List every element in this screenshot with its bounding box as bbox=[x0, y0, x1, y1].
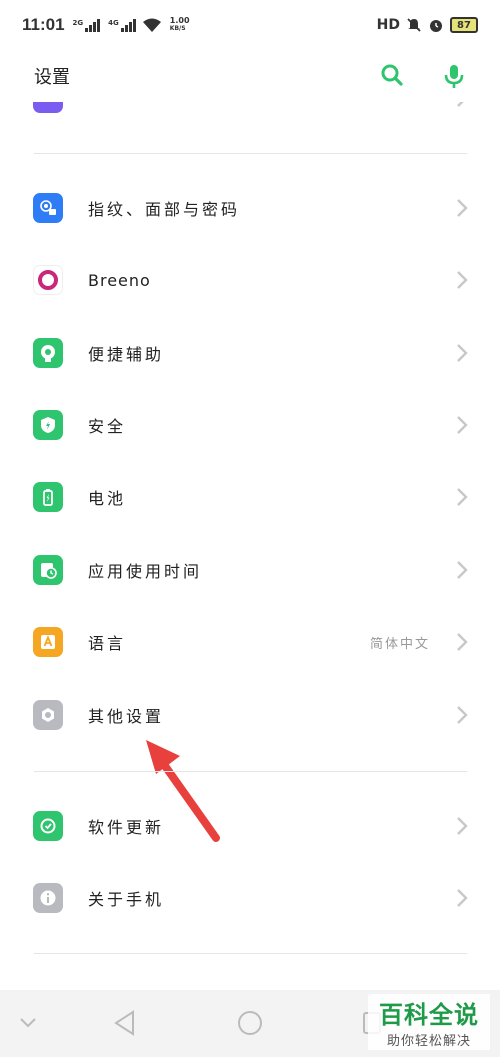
divider bbox=[34, 153, 467, 154]
gear-icon bbox=[33, 700, 63, 730]
speed-value: 1.00 bbox=[169, 16, 190, 25]
settings-row-app-usage-time[interactable]: 应用使用时间 bbox=[0, 534, 500, 606]
row-label: Breeno bbox=[88, 270, 151, 290]
assist-icon bbox=[33, 338, 63, 368]
signal-icon-2: 4G bbox=[108, 18, 136, 32]
divider bbox=[34, 771, 467, 772]
watermark-subtitle: 助你轻松解决 bbox=[386, 1034, 471, 1049]
wifi-icon bbox=[142, 18, 161, 32]
battery-level: 87 bbox=[457, 19, 471, 31]
row-label: 软件更新 bbox=[88, 818, 165, 837]
status-time: 11:01 bbox=[22, 15, 65, 34]
row-label: 便捷辅助 bbox=[88, 345, 165, 364]
signal-icon-1: 2G bbox=[72, 18, 101, 32]
chevron-right-icon bbox=[457, 488, 468, 506]
speed-unit: KB/S bbox=[169, 25, 186, 32]
mute-bell-icon bbox=[407, 18, 421, 32]
row-label: 应用使用时间 bbox=[88, 562, 203, 581]
signal-label-1: 2G bbox=[72, 18, 84, 27]
watermark-title: 百科全说 bbox=[379, 1001, 479, 1029]
row-label: 安全 bbox=[88, 417, 127, 436]
update-icon bbox=[33, 811, 63, 841]
shield-icon bbox=[33, 410, 63, 440]
chevron-right-icon bbox=[457, 344, 468, 362]
chevron-right-icon bbox=[457, 271, 468, 289]
page-title: 设置 bbox=[34, 67, 70, 88]
app-time-icon bbox=[33, 555, 63, 585]
signal-label-2: 4G bbox=[108, 18, 119, 27]
chevron-right-icon bbox=[457, 561, 468, 579]
back-icon[interactable] bbox=[113, 1010, 137, 1036]
row-label: 关于手机 bbox=[88, 890, 165, 909]
row-label: 电池 bbox=[88, 489, 127, 508]
settings-row-battery[interactable]: 电池 bbox=[0, 461, 500, 533]
breeno-icon bbox=[33, 265, 63, 295]
chevron-right-icon bbox=[457, 706, 468, 724]
face-lock-icon bbox=[33, 193, 63, 223]
divider bbox=[34, 953, 467, 954]
app-header: 设置 bbox=[0, 50, 500, 102]
chevron-right-icon bbox=[457, 889, 468, 907]
settings-row-fingerprint-face-password[interactable]: 指纹、面部与密码 bbox=[0, 172, 500, 244]
search-icon[interactable] bbox=[380, 63, 404, 87]
battery-icon bbox=[33, 482, 63, 512]
settings-row-breeno[interactable]: Breeno bbox=[0, 244, 500, 316]
settings-row-language[interactable]: 语言 简体中文 bbox=[0, 606, 500, 678]
settings-row-software-update[interactable]: 软件更新 bbox=[0, 790, 500, 862]
row-value-language: 简体中文 bbox=[369, 636, 430, 652]
hd-indicator: HD bbox=[376, 17, 400, 33]
alarm-icon bbox=[430, 20, 442, 32]
battery-indicator: 87 bbox=[450, 17, 478, 33]
row-label: 其他设置 bbox=[88, 707, 165, 726]
chevron-right-icon bbox=[457, 633, 468, 651]
info-icon bbox=[33, 883, 63, 913]
language-icon bbox=[33, 627, 63, 657]
chevron-right-icon bbox=[457, 416, 468, 434]
chevron-right-icon bbox=[457, 817, 468, 835]
microphone-icon[interactable] bbox=[442, 63, 466, 89]
row-label: 指纹、面部与密码 bbox=[88, 200, 241, 219]
home-icon[interactable] bbox=[236, 1009, 264, 1037]
row-label: 语言 bbox=[88, 634, 127, 653]
settings-row-other-settings[interactable]: 其他设置 bbox=[0, 679, 500, 751]
status-bar: 11:01 2G 4G 1.00 KB/S HD 87 bbox=[0, 0, 500, 50]
chevron-down-icon[interactable] bbox=[18, 1016, 38, 1030]
watermark: 百科全说 助你轻松解决 bbox=[368, 994, 490, 1050]
chevron-right-icon bbox=[457, 199, 468, 217]
network-speed: 1.00 KB/S bbox=[170, 17, 190, 33]
settings-row-about-phone[interactable]: 关于手机 bbox=[0, 862, 500, 934]
settings-row-security[interactable]: 安全 bbox=[0, 389, 500, 461]
settings-row-convenience-assist[interactable]: 便捷辅助 bbox=[0, 317, 500, 389]
